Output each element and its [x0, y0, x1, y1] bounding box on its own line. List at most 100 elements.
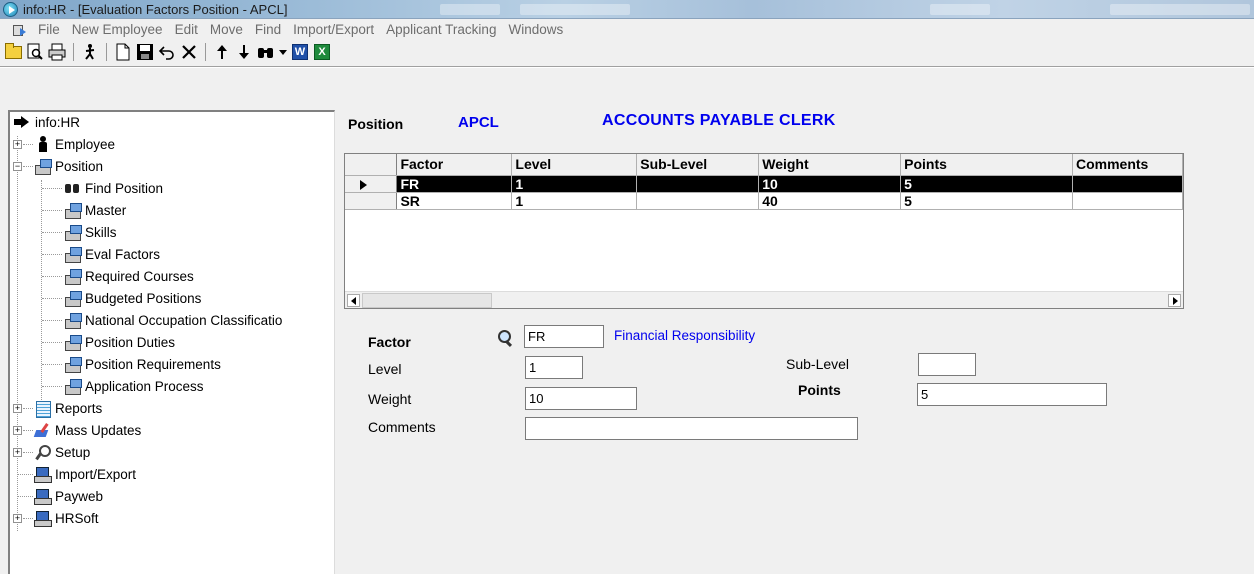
table-row[interactable]: FR 1 10 5 [345, 175, 1183, 193]
cell-sub-level[interactable] [636, 175, 760, 193]
open-folder-icon[interactable] [2, 41, 24, 63]
dropdown-icon[interactable] [277, 41, 289, 63]
level-field[interactable]: 1 [525, 356, 583, 379]
cell-factor[interactable]: SR [396, 192, 513, 210]
cell-points[interactable]: 5 [900, 175, 1073, 193]
tree-item-master[interactable]: Master [42, 199, 126, 221]
print-icon[interactable] [46, 41, 68, 63]
title-decoration [440, 4, 500, 15]
sub-level-field[interactable] [918, 353, 976, 376]
delete-icon[interactable] [178, 41, 200, 63]
cell-level[interactable]: 1 [511, 175, 638, 193]
factor-field[interactable]: FR [524, 325, 604, 348]
menu-edit[interactable]: Edit [169, 22, 204, 37]
lookup-magnifier-icon[interactable] [497, 329, 515, 347]
menu-move[interactable]: Move [204, 22, 249, 37]
expand-icon[interactable]: + [13, 140, 22, 149]
points-field[interactable]: 5 [917, 383, 1107, 406]
position-icon [64, 378, 82, 395]
find-icon[interactable] [255, 41, 277, 63]
system-menu-icon[interactable] [12, 23, 28, 37]
comments-field[interactable] [525, 417, 858, 440]
tree-item-payweb[interactable]: Payweb [14, 485, 103, 507]
menu-import-export[interactable]: Import/Export [287, 22, 380, 37]
word-icon[interactable]: W [289, 41, 311, 63]
cell-factor[interactable]: FR [396, 175, 513, 193]
scroll-left-icon[interactable] [347, 294, 360, 307]
scroll-right-icon[interactable] [1168, 294, 1181, 307]
menu-applicant-tracking[interactable]: Applicant Tracking [380, 22, 502, 37]
position-icon [64, 334, 82, 351]
tree-item-import-export[interactable]: Import/Export [14, 463, 136, 485]
tree-item-eval-factors[interactable]: Eval Factors [42, 243, 160, 265]
tree-item-skills[interactable]: Skills [42, 221, 117, 243]
expand-icon[interactable]: + [13, 404, 22, 413]
cell-sub-level[interactable] [636, 192, 760, 210]
points-label: Points [798, 382, 841, 398]
network-icon [34, 510, 52, 527]
tree-item-reports[interactable]: + Reports [13, 397, 102, 419]
cell-comments[interactable] [1072, 175, 1183, 193]
cell-comments[interactable] [1072, 192, 1183, 210]
save-icon[interactable] [134, 41, 156, 63]
tree-item-position[interactable]: − Position [13, 155, 103, 177]
move-up-icon[interactable] [211, 41, 233, 63]
tree-item-setup[interactable]: + Setup [13, 441, 90, 463]
cell-points[interactable]: 5 [900, 192, 1073, 210]
column-header-sub-level[interactable]: Sub-Level [636, 154, 760, 176]
row-selector[interactable] [345, 192, 398, 210]
print-preview-icon[interactable] [24, 41, 46, 63]
toolbar-separator [106, 43, 107, 61]
tree-root[interactable]: info:HR [14, 111, 80, 133]
column-header-comments[interactable]: Comments [1072, 154, 1183, 176]
title-decoration [1110, 4, 1250, 15]
expand-icon[interactable]: + [13, 426, 22, 435]
row-selector[interactable] [345, 175, 398, 193]
position-icon [64, 224, 82, 241]
column-header-weight[interactable]: Weight [758, 154, 902, 176]
weight-label: Weight [368, 391, 412, 407]
column-header-points[interactable]: Points [900, 154, 1073, 176]
position-icon [64, 356, 82, 373]
tree-item-position-requirements[interactable]: Position Requirements [42, 353, 221, 375]
toolbar: W X [0, 40, 1254, 64]
tree-item-find-position[interactable]: Find Position [42, 177, 163, 199]
menu-windows[interactable]: Windows [502, 22, 569, 37]
tree-item-budgeted-positions[interactable]: Budgeted Positions [42, 287, 201, 309]
expand-icon[interactable]: + [13, 448, 22, 457]
cell-weight[interactable]: 10 [758, 175, 902, 193]
cell-level[interactable]: 1 [511, 192, 638, 210]
expand-icon[interactable]: + [13, 514, 22, 523]
tree-item-position-duties[interactable]: Position Duties [42, 331, 175, 353]
tree-item-mass-updates[interactable]: + Mass Updates [13, 419, 141, 441]
move-down-icon[interactable] [233, 41, 255, 63]
grid-corner [345, 154, 398, 176]
toolbar-divider [0, 66, 1254, 68]
row-pointer-icon [360, 179, 367, 190]
menu-find[interactable]: Find [249, 22, 287, 37]
tree-item-application-process[interactable]: Application Process [42, 375, 204, 397]
run-icon[interactable] [79, 41, 101, 63]
position-icon [64, 312, 82, 329]
new-icon[interactable] [112, 41, 134, 63]
position-label: Position [348, 116, 404, 132]
tree-item-required-courses[interactable]: Required Courses [42, 265, 194, 287]
tree-item-noc[interactable]: National Occupation Classificatio [42, 309, 282, 331]
comments-label: Comments [368, 419, 436, 435]
position-icon [64, 246, 82, 263]
horizontal-scrollbar[interactable] [345, 291, 1183, 308]
tree-item-hrsoft[interactable]: + HRSoft [13, 507, 99, 529]
column-header-level[interactable]: Level [511, 154, 638, 176]
scroll-thumb[interactable] [362, 293, 492, 308]
tree-item-employee[interactable]: + Employee [13, 133, 115, 155]
weight-field[interactable]: 10 [525, 387, 637, 410]
menu-new-employee[interactable]: New Employee [66, 22, 169, 37]
undo-icon[interactable] [156, 41, 178, 63]
column-header-factor[interactable]: Factor [396, 154, 513, 176]
menu-file[interactable]: File [32, 22, 66, 37]
collapse-icon[interactable]: − [13, 162, 22, 171]
position-icon [34, 158, 52, 175]
table-row[interactable]: SR 1 40 5 [345, 192, 1183, 210]
excel-icon[interactable]: X [311, 41, 333, 63]
cell-weight[interactable]: 40 [758, 192, 902, 210]
